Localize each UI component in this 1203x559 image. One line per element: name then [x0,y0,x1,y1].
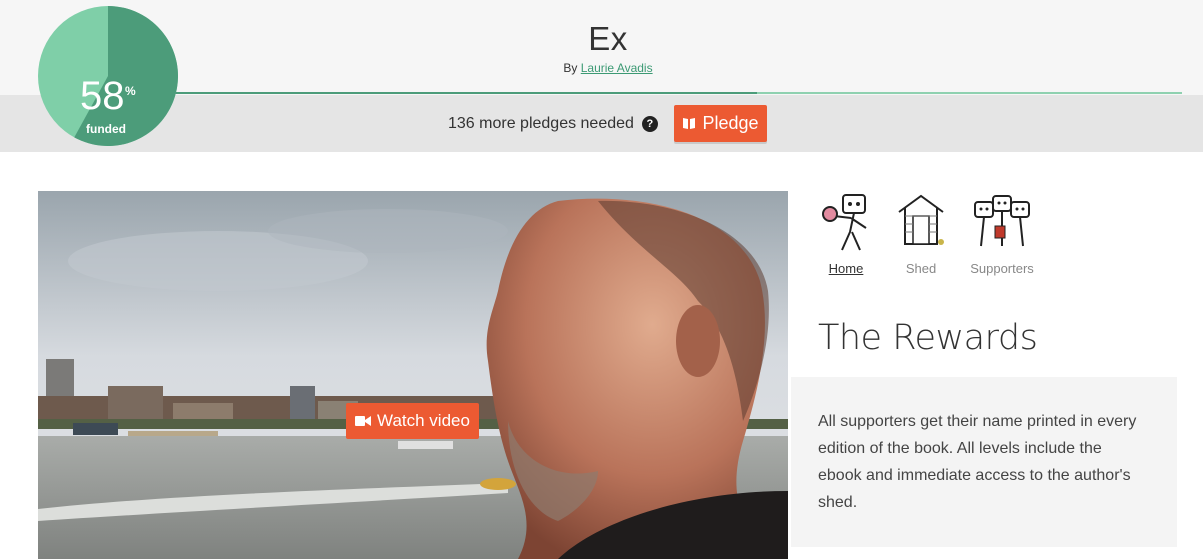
pledges-needed: 136 more pledges needed ? [448,115,658,133]
pledges-needed-text: 136 more pledges needed [448,115,634,132]
video-thumbnail [38,191,788,559]
nav-supporters-label: Supporters [970,261,1034,276]
video-camera-icon [355,416,372,426]
shed-illustration-icon [898,194,944,245]
author-illustration-icon [822,194,867,251]
funded-label: funded [86,122,126,136]
rewards-heading: The Rewards [818,318,1038,358]
byline: By Laurie Avadis [0,61,1203,75]
rewards-description: All supporters get their name printed in… [818,413,1137,511]
project-title: Ex [588,20,628,57]
pledge-button[interactable]: Pledge [674,105,767,142]
nav-home[interactable]: Home [806,192,886,282]
supporters-illustration-icon [974,195,1030,247]
nav-shed-label: Shed [905,261,937,276]
nav-supporters[interactable]: Supporters [962,192,1042,282]
byline-prefix: By [563,61,578,75]
watch-video-label: Watch video [377,411,470,430]
funding-progress-fill [170,92,757,94]
funding-progress-track [170,92,1182,94]
funding-percent: 58 [80,74,125,118]
nav-shed[interactable]: Shed [881,192,961,282]
nav-home-label: Home [828,261,864,276]
question-circle-icon[interactable]: ? [641,116,658,132]
funding-percent-sign: % [125,84,136,98]
book-icon [683,118,696,129]
project-video[interactable] [38,191,788,559]
pledge-button-label: Pledge [702,113,759,133]
watch-video-button[interactable]: Watch video [346,403,479,439]
author-link[interactable]: Laurie Avadis [581,61,653,75]
